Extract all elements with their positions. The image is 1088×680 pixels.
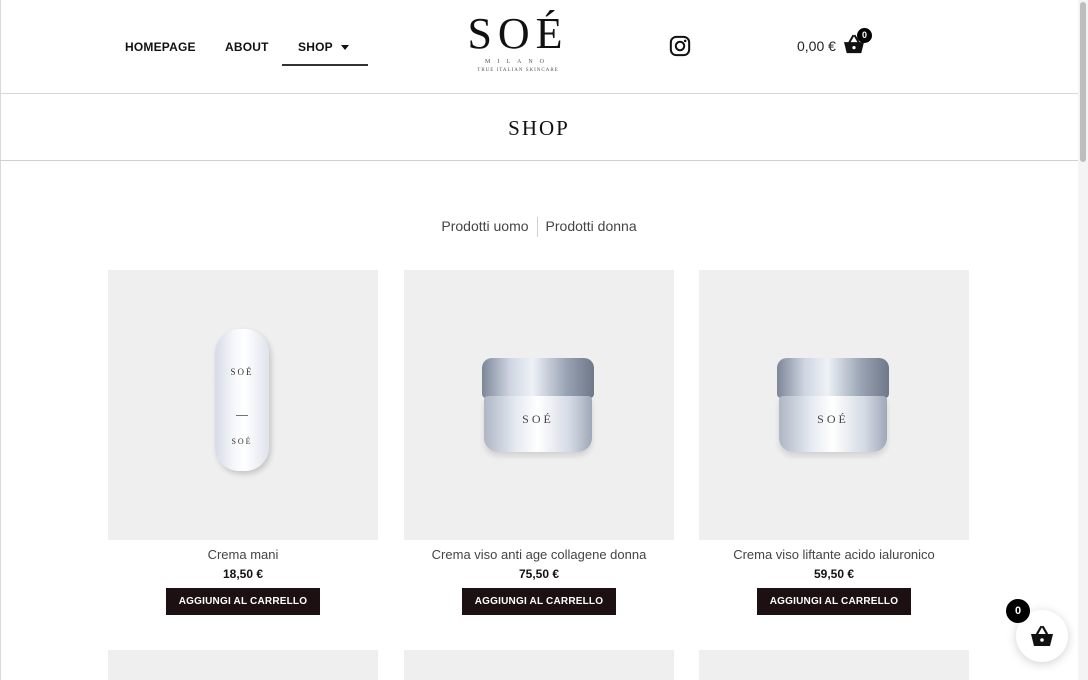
cream-jar: SOÉ: [777, 358, 889, 454]
active-nav-underline: [282, 64, 368, 66]
logo-tagline: TRUE ITALIAN SKINCARE: [477, 68, 559, 73]
product-card: SOÉ Crema viso liftante acido ialuronico…: [699, 270, 969, 615]
nav-shop[interactable]: SHOP: [298, 40, 333, 54]
floating-cart-count-badge: 0: [1006, 599, 1030, 623]
category-filters: Prodotti uomo Prodotti donna: [0, 217, 1078, 237]
instagram-icon[interactable]: [669, 35, 691, 57]
jar-lid: [482, 358, 594, 398]
product-image[interactable]: SOÉ ▬▬▬▬ SOÉ: [108, 270, 378, 540]
page-title: SHOP: [508, 116, 570, 140]
basket-icon: [1031, 625, 1053, 646]
product-name[interactable]: Crema viso liftante acido ialuronico: [699, 547, 969, 562]
product-image-next-row[interactable]: [404, 650, 674, 680]
add-to-cart-button[interactable]: AGGIUNGI AL CARRELLO: [165, 588, 321, 615]
filter-prodotti-uomo[interactable]: Prodotti uomo: [433, 218, 536, 234]
product-name[interactable]: Crema viso anti age collagene donna: [404, 547, 674, 562]
page-title-band: SHOP: [0, 94, 1078, 161]
jar-label: SOÉ: [817, 412, 849, 426]
logo-subtitle: MILANO: [485, 59, 551, 65]
tube-label-top: SOÉ: [230, 367, 254, 377]
jar-label: SOÉ: [522, 412, 554, 426]
tube-label-bottom: SOÉ: [231, 437, 253, 446]
scrollbar-thumb[interactable]: [1080, 2, 1086, 162]
logo-wordmark: SOÉ: [467, 9, 569, 58]
cream-jar: SOÉ: [482, 358, 594, 454]
nav-homepage[interactable]: HOMEPAGE: [125, 40, 196, 54]
product-image-next-row[interactable]: [699, 650, 969, 680]
jar-lid: [777, 358, 889, 398]
add-to-cart-button[interactable]: AGGIUNGI AL CARRELLO: [756, 588, 912, 615]
chevron-down-icon[interactable]: [341, 45, 349, 50]
product-card: SOÉ Crema viso anti age collagene donna …: [404, 270, 674, 615]
add-to-cart-button[interactable]: AGGIUNGI AL CARRELLO: [461, 588, 617, 615]
cart-total[interactable]: 0,00 €: [797, 38, 836, 54]
filter-prodotti-donna[interactable]: Prodotti donna: [538, 218, 645, 234]
scrollbar[interactable]: [1078, 0, 1088, 680]
nav-about[interactable]: ABOUT: [225, 40, 269, 54]
product-name[interactable]: Crema mani: [108, 547, 378, 562]
product-image[interactable]: SOÉ: [404, 270, 674, 540]
cart-count-badge: 0: [857, 28, 872, 43]
hand-cream-tube: SOÉ ▬▬▬▬ SOÉ: [215, 329, 269, 471]
product-price: 59,50 €: [813, 567, 855, 581]
site-header: HOMEPAGE ABOUT SHOP SOÉ MILANO TRUE ITAL…: [0, 0, 1078, 94]
tube-label-line: ▬▬▬▬: [236, 413, 248, 417]
product-card: SOÉ ▬▬▬▬ SOÉ Crema mani 18,50 € AGGIUNGI…: [108, 270, 378, 615]
product-image-next-row[interactable]: [108, 650, 378, 680]
product-price: 75,50 €: [518, 567, 560, 581]
brand-logo[interactable]: SOÉ MILANO TRUE ITALIAN SKINCARE: [458, 9, 578, 74]
product-price: 18,50 €: [222, 567, 264, 581]
product-image[interactable]: SOÉ: [699, 270, 969, 540]
